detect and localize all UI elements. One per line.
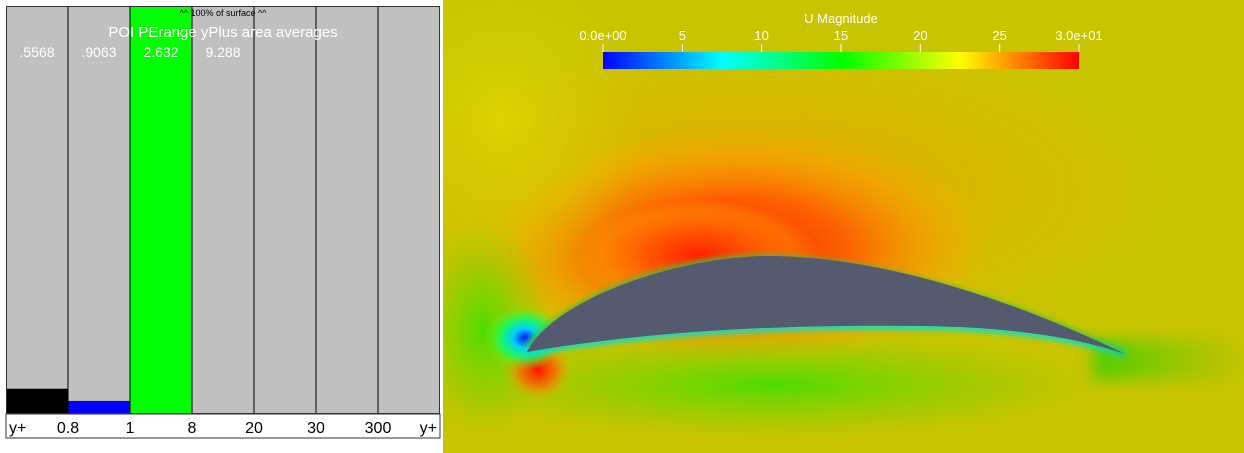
colorbar-tick-label: 15 [834, 28, 848, 43]
wake-region [1093, 340, 1244, 380]
x-tick-label: 0.8 [57, 420, 79, 437]
colorbar-tick-label: 25 [992, 28, 1006, 43]
colorbar-title: U Magnitude [804, 11, 878, 26]
velocity-field-panel: U Magnitude 0.0e+00 5 10 15 20 25 3.0e+01 [443, 0, 1244, 453]
velocity-field-view: U Magnitude 0.0e+00 5 10 15 20 25 3.0e+01 [443, 0, 1244, 453]
colorbar-tick-label: 3.0e+01 [1055, 28, 1102, 43]
x-tick-label: 8 [188, 420, 197, 437]
bin-average-label: 2.632 [143, 44, 178, 60]
yplus-histogram-panel: y+ y+ 0.8 1 8 20 30 300 ^^ 100% of surface ^^ POI… [0, 0, 443, 453]
colorbar-gradient [603, 52, 1079, 69]
colorbar-tick-label: 0.0e+00 [579, 28, 626, 43]
colorbar-tick-label: 5 [679, 28, 686, 43]
yplus-histogram-chart: y+ y+ 0.8 1 8 20 30 300 ^^ 100% of surface ^^ POI… [5, 6, 441, 439]
bin-average-label: .5568 [19, 44, 54, 60]
chart-subtitle: ^^ 100% of surface ^^ [180, 8, 268, 18]
bin-average-label: 9.288 [205, 44, 240, 60]
x-tick-label: 30 [307, 420, 325, 437]
histogram-bar-1 [6, 388, 68, 414]
chart-title: POI PErange yPlus area averages [108, 24, 337, 41]
colorbar-tick-label: 20 [913, 28, 927, 43]
bin-average-label: .9063 [81, 44, 116, 60]
histogram-bar-3 [130, 6, 192, 414]
plot-area [6, 6, 440, 414]
histogram-bar-2 [68, 400, 130, 414]
x-tick-label: 1 [126, 420, 135, 437]
x-axis-label-right: y+ [420, 420, 437, 437]
x-axis-label-left: y+ [9, 420, 26, 437]
x-tick-label: 20 [245, 420, 263, 437]
colorbar-tick-label: 10 [754, 28, 768, 43]
x-tick-label: 300 [365, 420, 392, 437]
